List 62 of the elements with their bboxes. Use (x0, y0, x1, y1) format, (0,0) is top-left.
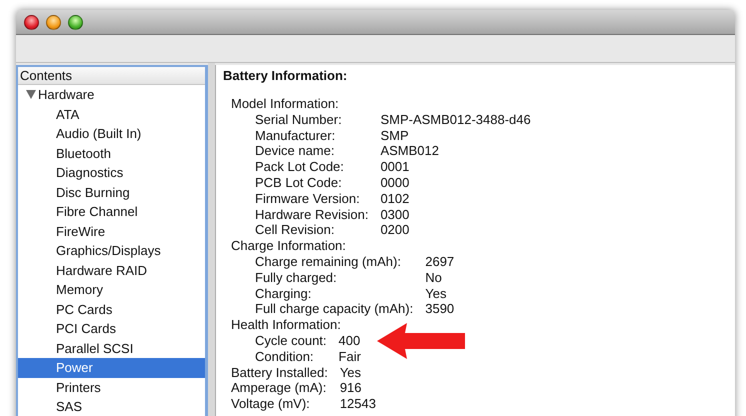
field-label: Condition: (255, 348, 315, 365)
tree-item[interactable]: Power (18, 358, 205, 378)
tree-item-label: Hardware (38, 86, 94, 104)
group-label: Health Information: (231, 317, 342, 333)
zoom-icon[interactable] (68, 14, 83, 30)
tree-item[interactable]: PCI Cards (18, 319, 205, 338)
field-label: Cell Revision: (255, 222, 336, 238)
field-value: 0001 (380, 159, 410, 175)
tree-item[interactable]: Hardware RAID (18, 260, 205, 280)
field-value: Yes (425, 286, 448, 302)
field-label: Firmware Version: (255, 190, 361, 207)
group-label: Charge Information: (231, 238, 347, 254)
field-label: Cycle count: (255, 332, 327, 349)
field-value: 916 (340, 380, 363, 396)
field-value: Fair (338, 348, 361, 365)
field-value: Yes (340, 364, 362, 380)
field-value: 12543 (340, 396, 376, 412)
tree-item[interactable]: Printers (18, 378, 205, 397)
tree-item[interactable]: Bluetooth (18, 144, 205, 163)
field-label: Charge remaining (mAh): (255, 254, 402, 270)
field-label: Battery Installed: (231, 364, 328, 380)
field-label: Serial Number: (255, 112, 343, 128)
field-value: 0200 (380, 222, 410, 238)
field-label: Charging: (255, 286, 312, 302)
tree-item[interactable]: FireWire (18, 222, 205, 241)
field-value: SMP-ASMB012-3488-d46 (380, 112, 531, 128)
column-header: Contents (18, 67, 205, 85)
field-label: Amperage (mA): (231, 380, 328, 396)
tree-item[interactable]: Parallel SCSI (18, 338, 205, 358)
field-label: Manufacturer: (255, 128, 336, 144)
field-value: SMP (380, 128, 410, 144)
field-value: 3590 (425, 301, 454, 318)
field-label: Fully charged: (255, 270, 338, 286)
minimize-icon[interactable] (46, 14, 61, 30)
field-value: 0300 (380, 206, 410, 222)
field-label: Voltage (mV): (231, 396, 311, 412)
section-title: Battery Information: (222, 67, 348, 85)
field-value: 0000 (380, 174, 410, 191)
disclosure-triangle-icon[interactable] (26, 90, 36, 100)
tree-item[interactable]: Diagnostics (18, 163, 205, 182)
field-label: Hardware Revision: (255, 206, 368, 222)
field-label: Device name: (255, 143, 336, 160)
field-value: 0102 (380, 190, 410, 207)
group-label: Model Information: (231, 96, 340, 112)
tree-item[interactable]: ATA (18, 104, 205, 124)
field-value: 400 (338, 332, 361, 349)
field-value: No (425, 270, 443, 286)
field-label: Full charge capacity (mAh): (255, 301, 414, 318)
tree-item[interactable]: SAS (18, 397, 205, 416)
tree-item[interactable]: Disc Burning (18, 182, 205, 202)
field-value: ASMB012 (380, 143, 440, 160)
tree-item[interactable]: Graphics/Displays (18, 241, 205, 260)
close-icon[interactable] (24, 14, 39, 30)
arrow-icon (377, 323, 467, 359)
field-label: PCB Lot Code: (255, 174, 343, 191)
field-label: Pack Lot Code: (255, 159, 345, 175)
tree-item[interactable]: Hardware (18, 85, 205, 104)
tree-item[interactable]: Memory (18, 280, 205, 300)
tree-item[interactable]: Audio (Built In) (18, 124, 205, 144)
field-value: 2697 (425, 254, 454, 270)
tree-item[interactable]: PC Cards (18, 300, 205, 319)
tree-item[interactable]: Fibre Channel (18, 202, 205, 222)
